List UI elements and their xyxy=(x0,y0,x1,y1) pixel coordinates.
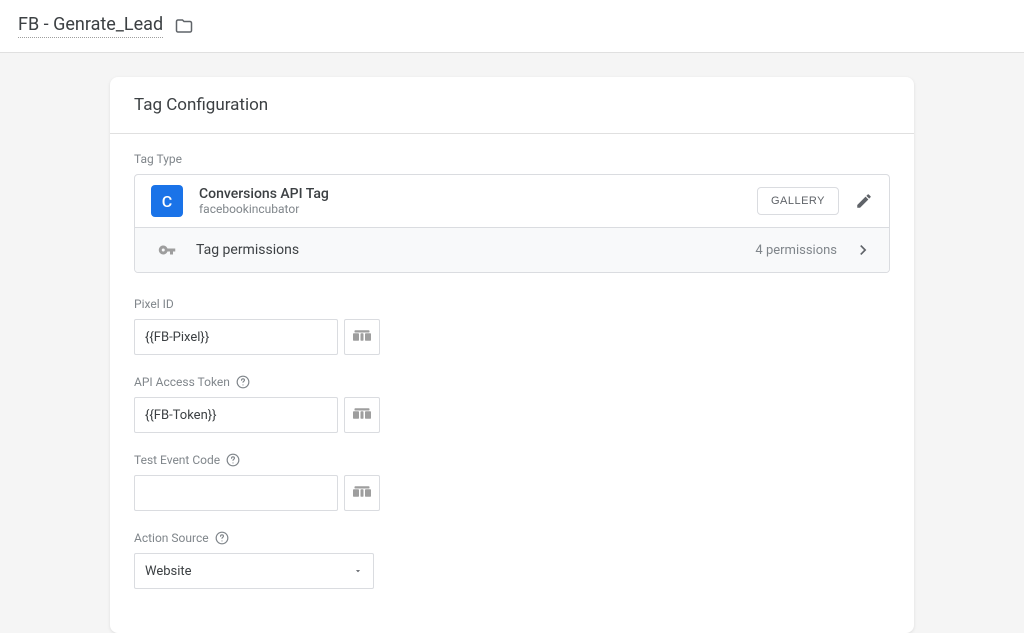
folder-icon[interactable] xyxy=(175,17,193,35)
chevron-down-icon xyxy=(353,566,363,576)
chevron-right-icon xyxy=(853,240,873,260)
api-token-label: API Access Token xyxy=(134,375,890,389)
pixel-id-row: Pixel ID xyxy=(134,297,890,355)
permissions-count: 4 permissions xyxy=(755,243,837,258)
api-token-input[interactable] xyxy=(134,397,338,433)
test-event-label: Test Event Code xyxy=(134,453,890,467)
tag-config-card: Tag Configuration Tag Type C Conversions… xyxy=(110,77,914,633)
api-token-variable-button[interactable] xyxy=(344,397,380,433)
card-body: Tag Type C Conversions API Tag facebooki… xyxy=(110,134,914,633)
help-icon[interactable] xyxy=(215,531,229,545)
variable-icon xyxy=(353,408,371,422)
action-source-label-text: Action Source xyxy=(134,531,209,545)
variable-icon xyxy=(353,486,371,500)
tag-type-label: Tag Type xyxy=(134,152,890,166)
tag-template-icon: C xyxy=(151,185,183,217)
page-header: FB - Genrate_Lead xyxy=(0,0,1024,53)
tag-info: Conversions API Tag facebookincubator xyxy=(199,186,757,216)
permissions-label: Tag permissions xyxy=(196,242,755,258)
card-title: Tag Configuration xyxy=(110,77,914,134)
api-token-group xyxy=(134,397,890,433)
test-event-variable-button[interactable] xyxy=(344,475,380,511)
pixel-id-input[interactable] xyxy=(134,319,338,355)
action-source-select[interactable]: Website xyxy=(134,553,374,589)
page-title[interactable]: FB - Genrate_Lead xyxy=(18,14,163,38)
key-icon xyxy=(158,241,176,259)
variable-icon xyxy=(353,330,371,344)
tag-type-row[interactable]: C Conversions API Tag facebookincubator … xyxy=(135,175,889,227)
pixel-id-group xyxy=(134,319,890,355)
main-content: Tag Configuration Tag Type C Conversions… xyxy=(0,53,1024,633)
tag-author: facebookincubator xyxy=(199,202,757,216)
action-source-value: Website xyxy=(145,564,192,579)
pixel-id-variable-button[interactable] xyxy=(344,319,380,355)
api-token-label-text: API Access Token xyxy=(134,375,230,389)
test-event-label-text: Test Event Code xyxy=(134,453,220,467)
test-event-group xyxy=(134,475,890,511)
pixel-id-label: Pixel ID xyxy=(134,297,890,311)
gallery-button[interactable]: GALLERY xyxy=(757,187,839,215)
tag-name: Conversions API Tag xyxy=(199,186,757,202)
help-icon[interactable] xyxy=(236,375,250,389)
api-token-row: API Access Token xyxy=(134,375,890,433)
edit-icon[interactable] xyxy=(855,192,873,210)
action-source-label: Action Source xyxy=(134,531,890,545)
test-event-row: Test Event Code xyxy=(134,453,890,511)
help-icon[interactable] xyxy=(226,453,240,467)
tag-permissions-row[interactable]: Tag permissions 4 permissions xyxy=(135,227,889,272)
test-event-input[interactable] xyxy=(134,475,338,511)
tag-type-box: C Conversions API Tag facebookincubator … xyxy=(134,174,890,273)
action-source-row: Action Source Website xyxy=(134,531,890,589)
